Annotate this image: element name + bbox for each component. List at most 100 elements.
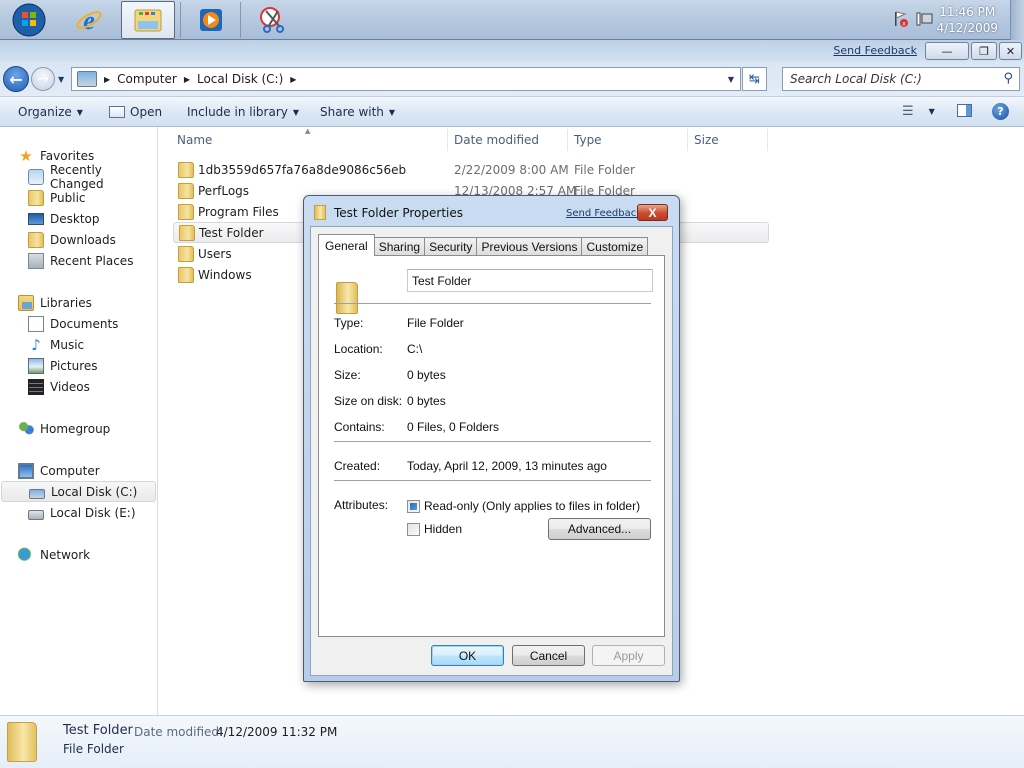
dialog-send-feedback-link[interactable]: Send Feedback [566, 208, 642, 219]
column-divider[interactable] [567, 129, 568, 151]
nav-label: Videos [50, 379, 90, 394]
network-icon[interactable] [915, 10, 933, 28]
address-history-dropdown[interactable]: ▼ [728, 75, 734, 84]
recent-pages-dropdown[interactable]: ▼ [58, 75, 64, 84]
nav-music[interactable]: ♪ Music [28, 334, 84, 355]
organize-button[interactable]: Organize ▼ [18, 105, 83, 119]
close-button[interactable]: ✕ [999, 42, 1022, 60]
downloads-folder-icon [28, 231, 44, 248]
column-divider[interactable] [447, 129, 448, 151]
share-with-button[interactable]: Share with ▼ [320, 105, 395, 119]
tab-strip: General Sharing Security Previous Versio… [318, 234, 649, 256]
navigation-pane: ★ Favorites Recently Changed Public Deskt… [0, 127, 158, 715]
send-feedback-link[interactable]: Send Feedback [833, 44, 917, 57]
nav-public[interactable]: Public [28, 187, 86, 208]
preview-pane-button[interactable] [957, 104, 972, 117]
nav-network[interactable]: Network [18, 544, 90, 565]
taskbar: e x 11:46 PM 4/12/2009 [0, 0, 1024, 40]
breadcrumb-arrow-icon[interactable]: ▶ [184, 75, 190, 84]
folder-icon [7, 722, 37, 762]
show-desktop-button[interactable] [1010, 0, 1024, 40]
clock-date: 4/12/2009 [936, 21, 998, 35]
tab-sharing[interactable]: Sharing [373, 237, 426, 256]
details-name: Test Folder [63, 723, 133, 738]
hidden-label[interactable]: Hidden [424, 522, 462, 536]
folder-icon [28, 189, 44, 206]
tab-security[interactable]: Security [424, 237, 478, 256]
help-button[interactable]: ? [992, 103, 1009, 120]
start-button[interactable] [2, 1, 56, 39]
address-input[interactable]: ▶ Computer ▶ Local Disk (C:) ▶ ▼ [71, 67, 741, 91]
column-header-size[interactable]: Size [694, 133, 719, 147]
column-header-name[interactable]: Name [177, 133, 212, 147]
nav-local-disk-c[interactable]: Local Disk (C:) [1, 481, 156, 502]
folder-icon [336, 282, 358, 314]
nav-recent-places[interactable]: Recent Places [28, 250, 133, 271]
nav-libraries[interactable]: Libraries [18, 292, 92, 313]
advanced-button[interactable]: Advanced... [548, 518, 651, 540]
taskbar-internet-explorer[interactable]: e [62, 1, 116, 39]
back-button[interactable]: ← [3, 66, 29, 92]
nav-documents[interactable]: Documents [28, 313, 118, 334]
column-header-type[interactable]: Type [574, 133, 602, 147]
minimize-button[interactable]: — [925, 42, 969, 60]
restore-button[interactable]: ❐ [971, 42, 997, 60]
breadcrumb-arrow-icon[interactable]: ▶ [290, 75, 296, 84]
search-icon[interactable]: ⚲ [1003, 71, 1013, 86]
cancel-button[interactable]: Cancel [512, 645, 585, 666]
readonly-label[interactable]: Read-only (Only applies to files in fold… [424, 499, 640, 513]
forward-button[interactable]: → [31, 67, 55, 91]
tray-clock[interactable]: 11:46 PM 4/12/2009 [936, 4, 998, 36]
details-type: File Folder [63, 742, 124, 756]
nav-pictures[interactable]: Pictures [28, 355, 98, 376]
change-view-button[interactable]: ☰ ▼ [902, 104, 935, 119]
nav-homegroup[interactable]: Homegroup [18, 418, 110, 439]
nav-recently-changed[interactable]: Recently Changed [28, 163, 157, 191]
open-icon [109, 106, 125, 118]
forward-arrow-icon: → [37, 71, 49, 87]
dialog-close-button[interactable]: X [637, 204, 668, 221]
nav-local-disk-e[interactable]: Local Disk (E:) [28, 502, 136, 523]
nav-computer[interactable]: Computer [18, 460, 100, 481]
column-header-date-modified[interactable]: Date modified [454, 133, 539, 147]
include-in-library-button[interactable]: Include in library ▼ [187, 105, 299, 119]
breadcrumb-arrow-icon[interactable]: ▶ [104, 75, 110, 84]
view-list-icon: ☰ [902, 104, 914, 119]
folder-name-input[interactable] [407, 269, 653, 292]
file-name: Users [198, 246, 232, 261]
hidden-checkbox[interactable] [407, 523, 420, 536]
open-button[interactable]: Open [109, 105, 162, 119]
refresh-button[interactable]: ↹ [742, 67, 767, 91]
action-center-flag-icon[interactable]: x [892, 10, 910, 28]
contains-label: Contains: [334, 420, 385, 434]
command-bar: Organize ▼ Open Include in library ▼ Share… [0, 96, 1024, 127]
details-date-value: 4/12/2009 11:32 PM [216, 725, 338, 739]
nav-videos[interactable]: Videos [28, 376, 90, 397]
file-name: Program Files [198, 204, 279, 219]
file-row[interactable]: 1db3559d657fa76a8de9086c56eb 2/22/2009 8… [173, 159, 769, 180]
taskbar-media-player[interactable] [184, 1, 238, 39]
share-with-label: Share with [320, 105, 384, 119]
apply-button[interactable]: Apply [592, 645, 665, 666]
recently-changed-icon [28, 168, 44, 185]
breadcrumb-computer[interactable]: Computer [117, 72, 177, 86]
libraries-icon [18, 294, 34, 311]
ok-button[interactable]: OK [431, 645, 504, 666]
search-input[interactable]: Search Local Disk (C:) ⚲ [782, 67, 1020, 91]
size-on-disk-value: 0 bytes [407, 394, 446, 408]
restore-icon: ❐ [979, 44, 989, 58]
breadcrumb-local-disk-c[interactable]: Local Disk (C:) [197, 72, 283, 86]
tab-customize[interactable]: Customize [581, 237, 649, 256]
tab-general[interactable]: General [318, 234, 375, 256]
tab-previous-versions[interactable]: Previous Versions [476, 237, 583, 256]
nav-downloads[interactable]: Downloads [28, 229, 116, 250]
column-divider[interactable] [767, 129, 768, 151]
nav-desktop[interactable]: Desktop [28, 208, 100, 229]
nav-label: Local Disk (E:) [50, 505, 136, 520]
taskbar-windows-explorer[interactable] [121, 1, 175, 39]
column-divider[interactable] [687, 129, 688, 151]
music-note-icon: ♪ [31, 335, 41, 354]
readonly-checkbox[interactable] [407, 500, 420, 513]
size-on-disk-label: Size on disk: [334, 394, 403, 408]
taskbar-snipping-tool[interactable] [246, 1, 300, 39]
